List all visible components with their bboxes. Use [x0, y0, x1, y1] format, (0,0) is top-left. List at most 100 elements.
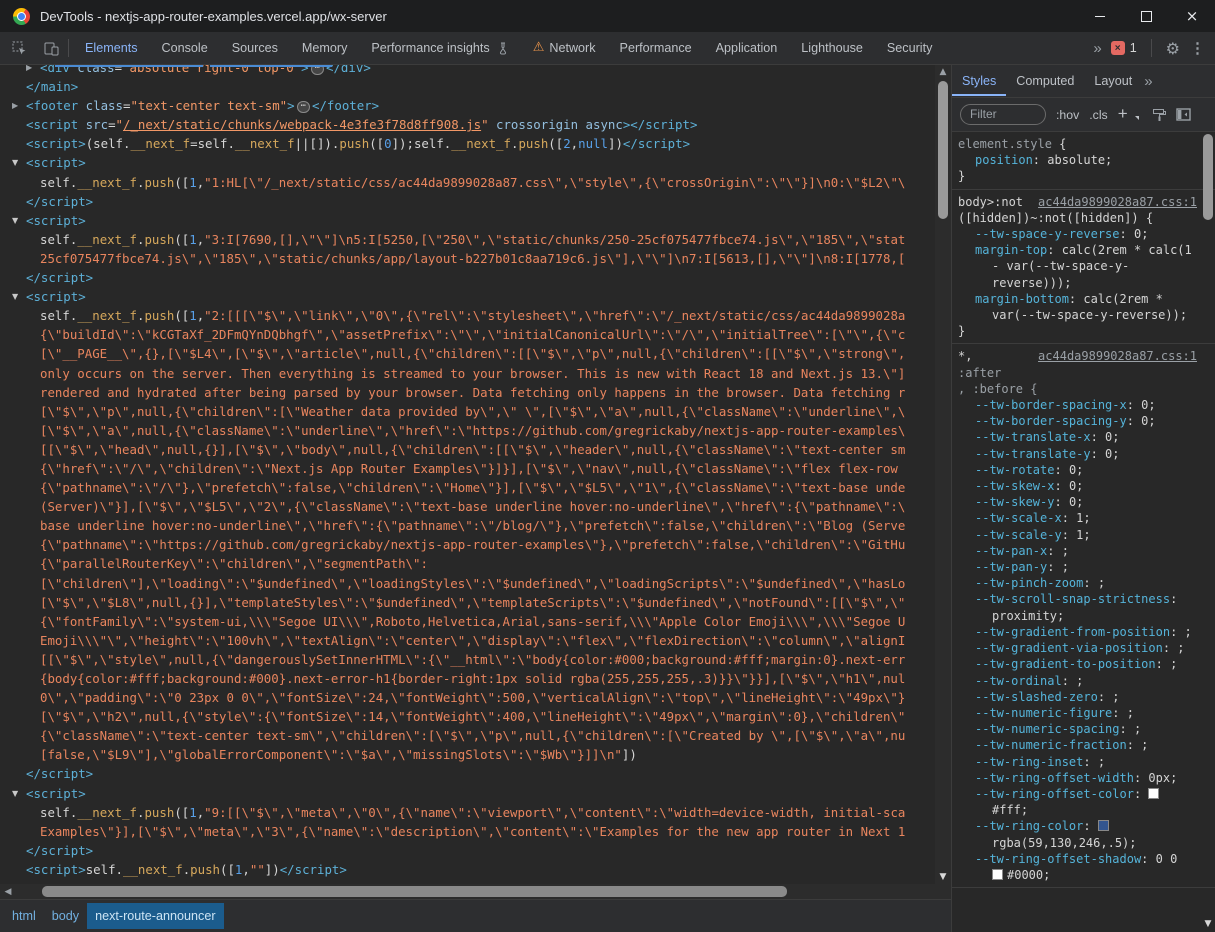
css-property[interactable]: --tw-slashed-zero: ;: [958, 689, 1197, 705]
dom-tree-line[interactable]: [\"__PAGE__\",{},[\"$L4\",[\"$\",\"artic…: [0, 344, 935, 363]
dom-tree-line[interactable]: self.__next_f.push([1,"1:HL[\"/_next/sta…: [0, 173, 935, 192]
dom-tree-line[interactable]: (Server)\"}],[\"$\",\"$L5\",\"2\",{\"cla…: [0, 497, 935, 516]
css-property[interactable]: --tw-pan-x: ;: [958, 543, 1197, 559]
dom-tree-line[interactable]: <script src="/_next/static/chunks/webpac…: [0, 115, 935, 134]
css-property[interactable]: --tw-numeric-spacing: ;: [958, 721, 1197, 737]
sidebar-tab-computed[interactable]: Computed: [1006, 66, 1084, 96]
tab-elements[interactable]: Elements: [73, 32, 150, 64]
rule-selector[interactable]: ac44da9899028a87.css:1body>:not([hidden]…: [958, 194, 1197, 226]
expand-twisty-icon[interactable]: ▶: [26, 65, 40, 77]
css-property[interactable]: --tw-rotate: 0;: [958, 462, 1197, 478]
toggle-panel-icon[interactable]: [1176, 108, 1191, 121]
dom-tree-line[interactable]: </script>: [0, 268, 935, 287]
collapse-twisty-icon[interactable]: ▼: [12, 784, 26, 803]
css-property[interactable]: --tw-scroll-snap-strictness: proximity;: [958, 591, 1197, 623]
css-property[interactable]: --tw-ring-offset-shadow: 0 0 #0000;: [958, 851, 1197, 883]
css-property[interactable]: --tw-border-spacing-y: 0;: [958, 413, 1197, 429]
dom-tree-line[interactable]: {\"pathname\":\"https://github.com/gregr…: [0, 535, 935, 554]
css-property[interactable]: --tw-scale-y: 1;: [958, 527, 1197, 543]
color-swatch[interactable]: [1098, 820, 1109, 831]
dom-tree-line[interactable]: ▼<script>: [0, 784, 935, 803]
dom-tree-line[interactable]: [[\"$\",\"style\",null,{\"dangerouslySet…: [0, 650, 935, 669]
css-property[interactable]: --tw-skew-y: 0;: [958, 494, 1197, 510]
dom-tree-line[interactable]: ▼<script>: [0, 211, 935, 230]
dom-tree-line[interactable]: rendered and hydrated after being parsed…: [0, 383, 935, 402]
minimize-button[interactable]: [1077, 0, 1123, 32]
tab-lighthouse[interactable]: Lighthouse: [789, 32, 875, 64]
rendering-emulation-icon[interactable]: [1152, 108, 1166, 122]
dom-tree-line[interactable]: </script>: [0, 841, 935, 860]
css-property[interactable]: --tw-gradient-to-position: ;: [958, 656, 1197, 672]
collapse-twisty-icon[interactable]: ▼: [12, 211, 26, 230]
dom-tree-line[interactable]: [\"$\",\"h2\",null,{\"style\":{\"fontSiz…: [0, 707, 935, 726]
sidebar-tab-layout[interactable]: Layout: [1084, 66, 1142, 96]
tab-console[interactable]: Console: [150, 32, 220, 64]
horizontal-scrollbar[interactable]: ◀: [0, 884, 935, 899]
settings-gear-icon[interactable]: ⚙: [1166, 39, 1180, 58]
styles-scroll-down-icon[interactable]: ▼: [1201, 916, 1215, 932]
more-tabs-icon[interactable]: »: [1093, 40, 1100, 57]
new-style-rule-button[interactable]: +: [1118, 104, 1128, 124]
dom-tree-line[interactable]: {\"parallelRouterKey\":\"children\",\"se…: [0, 554, 935, 573]
css-property[interactable]: --tw-translate-x: 0;: [958, 429, 1197, 445]
issues-counter[interactable]: × 1: [1111, 41, 1137, 55]
dom-tree-line[interactable]: {\"buildId\":\"kCGTaXf_2DFmQYnDQbhgf\",\…: [0, 325, 935, 344]
horizontal-scrollbar-thumb[interactable]: [42, 886, 787, 897]
dom-tree-line[interactable]: {\"href\":\"/\",\"children\":\"Next.js A…: [0, 459, 935, 478]
color-swatch[interactable]: [992, 869, 1003, 880]
dom-tree-line[interactable]: <script>self.__next_f.push([1,""])</scri…: [0, 860, 935, 879]
dom-tree-line[interactable]: [\"children\"],\"loading\":\"$undefined\…: [0, 574, 935, 593]
scroll-up-icon[interactable]: ▲: [935, 67, 951, 77]
sidebar-tab-styles[interactable]: Styles: [952, 66, 1006, 96]
vertical-scrollbar-thumb[interactable]: [938, 81, 948, 219]
dom-tree-line[interactable]: [\"$\",\"p\",null,{\"children\":[\"Weath…: [0, 402, 935, 421]
css-property[interactable]: --tw-ordinal: ;: [958, 673, 1197, 689]
kebab-menu-icon[interactable]: ⋮: [1190, 39, 1205, 57]
rule-selector[interactable]: element.style {: [958, 136, 1197, 152]
css-property[interactable]: --tw-ring-inset: ;: [958, 754, 1197, 770]
dom-tree-line[interactable]: self.__next_f.push([1,"3:I[7690,[],\"\"]…: [0, 230, 935, 249]
tab-performance-insights[interactable]: Performance insights: [359, 32, 520, 64]
css-property[interactable]: --tw-translate-y: 0;: [958, 446, 1197, 462]
tab-memory[interactable]: Memory: [290, 32, 359, 64]
dom-tree-line[interactable]: <script>(self.__next_f=self.__next_f||[]…: [0, 134, 935, 153]
collapse-twisty-icon[interactable]: ▼: [12, 287, 26, 306]
dom-tree-line[interactable]: [false,\"$L9\"],\"globalErrorComponent\"…: [0, 745, 935, 764]
css-property[interactable]: --tw-space-y-reverse: 0;: [958, 226, 1197, 242]
breadcrumb-next-route-announcer[interactable]: next-route-announcer: [87, 903, 223, 929]
dom-tree-line[interactable]: 0\",\"padding\":\"0 23px 0 0\",\"fontSiz…: [0, 688, 935, 707]
css-property[interactable]: --tw-numeric-fraction: ;: [958, 737, 1197, 753]
css-property[interactable]: --tw-pan-y: ;: [958, 559, 1197, 575]
stylesheet-link[interactable]: ac44da9899028a87.css:1: [1038, 194, 1197, 210]
tab-security[interactable]: Security: [875, 32, 945, 64]
dom-tree-line[interactable]: ▼<script>: [0, 153, 935, 172]
dom-tree-line[interactable]: </script>: [0, 764, 935, 783]
styles-scrollbar-thumb[interactable]: [1203, 134, 1213, 220]
dom-tree-line[interactable]: {\"fontFamily\":\"system-ui,\\\"Segoe UI…: [0, 612, 935, 631]
css-property[interactable]: margin-top: calc(2rem * calc(1 - var(--t…: [958, 242, 1197, 291]
dom-tree-line[interactable]: ▼<script>: [0, 287, 935, 306]
color-swatch[interactable]: [1148, 788, 1159, 799]
tab-sources[interactable]: Sources: [220, 32, 290, 64]
dom-tree-line[interactable]: self.__next_f.push([1,"2:[[[\"$\",\"link…: [0, 306, 935, 325]
dom-tree-line[interactable]: ▶<footer class="text-center text-sm">⋯</…: [0, 96, 935, 115]
css-property[interactable]: --tw-gradient-via-position: ;: [958, 640, 1197, 656]
dom-tree-line[interactable]: [\"$\",\"a\",null,{\"className\":\"under…: [0, 421, 935, 440]
css-property[interactable]: --tw-ring-offset-color: #fff;: [958, 786, 1197, 818]
dom-tree-line[interactable]: base underline hover:no-underline\",\"hr…: [0, 516, 935, 535]
collapse-twisty-icon[interactable]: ▼: [12, 153, 26, 172]
scroll-down-icon[interactable]: ▼: [935, 872, 951, 882]
toggle-class-button[interactable]: .cls: [1089, 108, 1107, 122]
css-property[interactable]: --tw-pinch-zoom: ;: [958, 575, 1197, 591]
scroll-left-icon[interactable]: ◀: [2, 887, 14, 897]
css-property[interactable]: position: absolute;: [958, 152, 1197, 168]
breadcrumb-body[interactable]: body: [44, 903, 87, 929]
maximize-button[interactable]: [1123, 0, 1169, 32]
css-property[interactable]: --tw-ring-color: rgba(59,130,246,.5);: [958, 818, 1197, 850]
vertical-scrollbar[interactable]: ▲ ▼: [935, 65, 951, 884]
styles-scrollbar[interactable]: ▼: [1201, 132, 1215, 932]
dom-tree-line[interactable]: only occurs on the server. Then everythi…: [0, 364, 935, 383]
dom-tree-line[interactable]: [\"$\",\"$L8\",null,{}],\"templateStyles…: [0, 593, 935, 612]
expand-twisty-icon[interactable]: ▶: [12, 96, 26, 115]
styles-filter-input[interactable]: Filter: [960, 104, 1046, 125]
